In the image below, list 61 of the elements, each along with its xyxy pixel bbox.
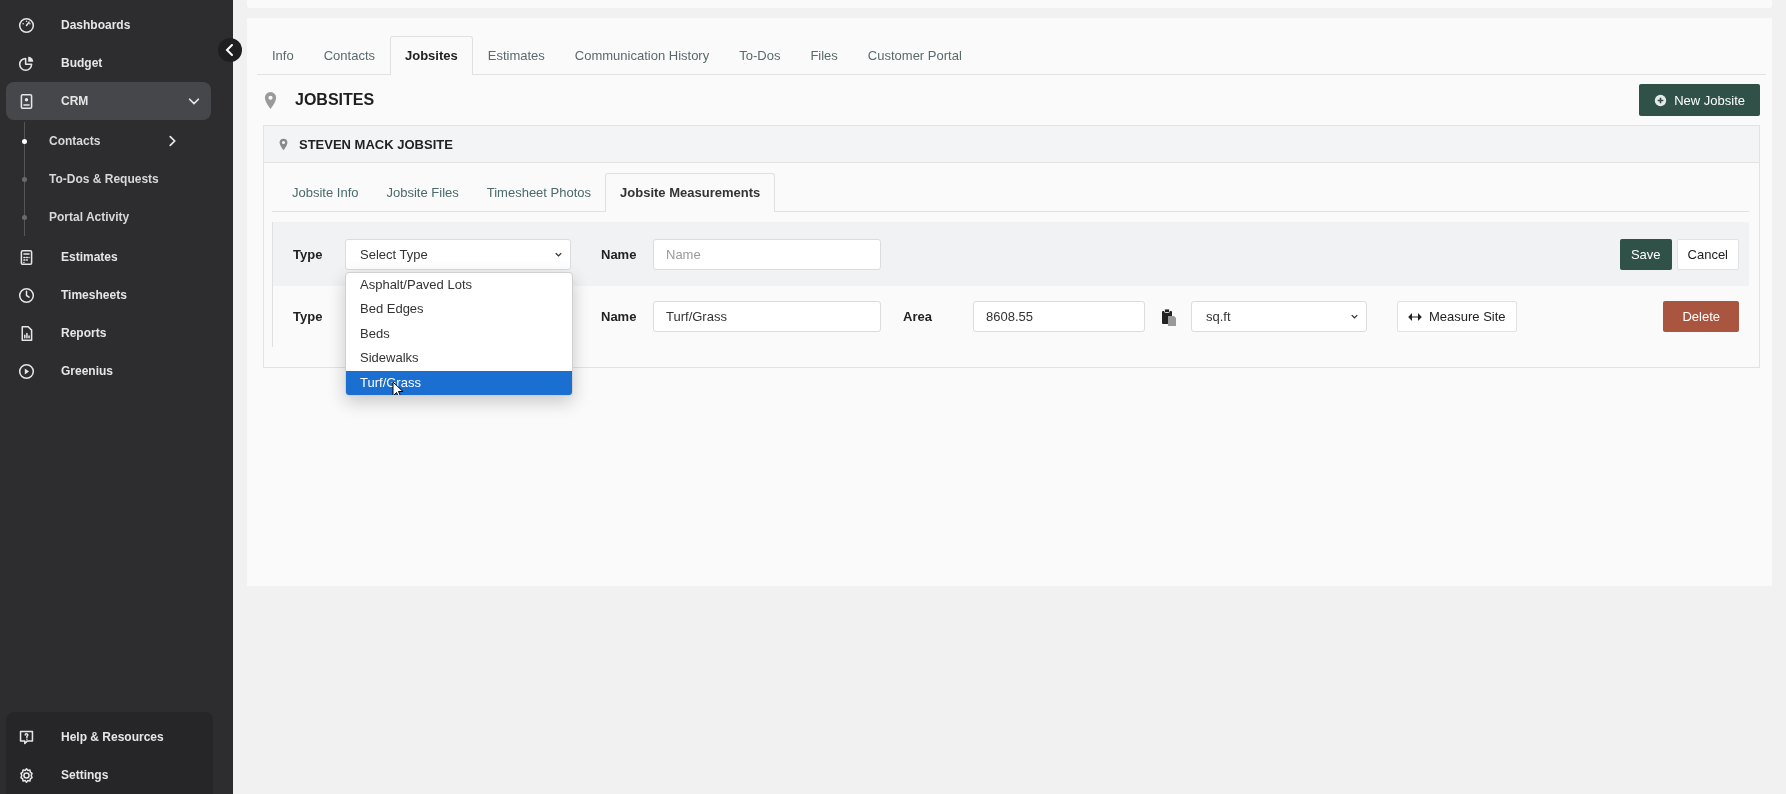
field-label: Type [293,246,324,262]
cancel-button[interactable]: Cancel [1676,238,1739,270]
unit-select[interactable]: sq.ft [1191,301,1367,332]
tab[interactable]: Estimates [472,36,560,74]
delete-button[interactable]: Delete [1663,301,1739,332]
nav-item[interactable]: Dashboards [6,6,211,44]
tab[interactable]: To-Dos [724,36,796,74]
dropdown-option[interactable]: Sidewalks [346,346,572,371]
report-icon [18,324,35,342]
map-pin-icon [263,90,278,110]
panel-title: STEVEN MACK JOBSITE [299,136,453,152]
dropdown-option[interactable]: Turf/Grass [346,370,572,396]
tab[interactable]: Jobsite Files [372,174,473,211]
field-label: Area [903,309,933,324]
nav-item[interactable]: Budget [6,44,211,82]
nav-subitem[interactable]: Portal Activity [25,198,189,236]
section-title: JOBSITES [295,91,376,109]
field-label: Name [601,246,638,262]
map-pin-icon [278,137,289,151]
area-field[interactable]: 8608.55 [973,301,1145,332]
play-circle-icon [18,362,35,380]
tab[interactable]: Contacts [308,36,390,74]
nav-subitem[interactable]: To-Dos & Requests [25,160,189,198]
tab[interactable]: Jobsites [390,36,473,75]
field-label: Type [293,309,324,324]
nav-item[interactable]: Estimates [6,238,211,276]
nav-item[interactable]: Settings [6,756,213,794]
name-field[interactable]: Turf/Grass [653,301,881,332]
tab[interactable]: Communication History [559,36,725,74]
calculator-icon [18,248,35,266]
settings-icon [18,766,35,784]
nav-item[interactable]: Greenius [6,352,211,390]
nav-item[interactable]: Reports [6,314,211,352]
clipboard-icon[interactable] [1161,307,1177,326]
tab[interactable]: Jobsite Info [278,174,373,211]
id-card-icon [18,92,35,110]
tab[interactable]: Jobsite Measurements [605,173,776,212]
nav-item[interactable]: CRM [6,82,211,120]
double-arrow-icon [1408,312,1422,321]
plus-circle-icon [1654,93,1668,107]
tab[interactable]: Files [795,36,853,74]
nav-item[interactable]: Timesheets [6,276,211,314]
dropdown-option[interactable]: Bed Edges [346,297,572,322]
tab[interactable]: Customer Portal [852,36,977,74]
tab[interactable]: Timesheet Photos [472,174,606,211]
field-label: Name [601,309,638,324]
collapse-chevron-icon[interactable] [218,38,242,62]
nav-subitem[interactable]: Contacts [25,122,189,160]
tab[interactable]: Info [257,36,309,74]
nav-item[interactable]: Help & Resources [6,718,213,756]
help-icon [18,728,35,746]
dropdown-option[interactable]: Asphalt/Paved Lots [346,272,572,298]
gauge-icon [18,16,35,34]
dropdown-option[interactable]: Beds [346,321,572,347]
measure-site-button[interactable]: Measure Site [1397,301,1517,332]
pie-chart-icon [18,54,35,72]
type-select[interactable]: Select Type [345,238,571,270]
clock-icon [18,286,35,304]
save-button[interactable]: Save [1619,238,1672,270]
new-jobsite-button[interactable]: New Jobsite [1639,84,1760,116]
name-field[interactable]: Name [653,238,881,270]
